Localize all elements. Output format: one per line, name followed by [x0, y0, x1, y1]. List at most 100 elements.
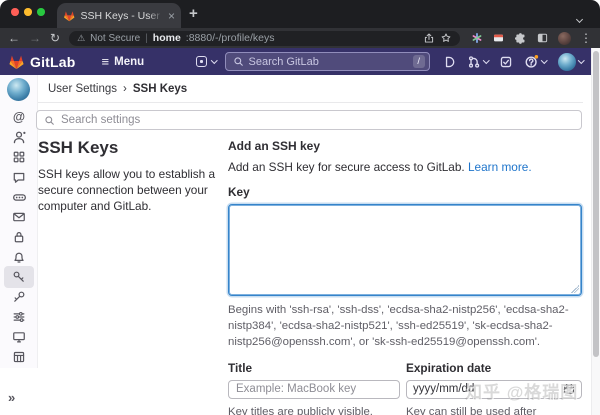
lock-icon: [14, 232, 24, 243]
form-intro: Add an SSH key for secure access to GitL…: [228, 160, 532, 174]
new-menu-button[interactable]: [196, 56, 218, 67]
hamburger-icon: ≡: [101, 54, 110, 69]
search-shortcut-key: /: [412, 54, 425, 69]
key-textarea-wrap: [228, 204, 582, 296]
sliders-icon: [13, 311, 25, 323]
chevron-down-icon: [211, 57, 218, 64]
not-secure-warning-icon: ⚠: [77, 32, 86, 43]
sidebar-item-authentication-log[interactable]: [4, 346, 34, 368]
tab-close-icon[interactable]: ×: [168, 10, 175, 22]
forward-icon[interactable]: →: [29, 32, 41, 44]
close-window-button[interactable]: [11, 8, 19, 16]
form-heading: Add an SSH key: [228, 139, 321, 153]
chat-bubble-icon: [13, 172, 25, 183]
sidebar-expand-icon[interactable]: »: [8, 390, 15, 405]
merge-request-icon: [468, 55, 479, 68]
section-description: SSH keys allow you to establish a secure…: [38, 167, 216, 213]
user-avatar: [557, 52, 576, 71]
minimize-window-button[interactable]: [24, 8, 32, 16]
address-bar[interactable]: ⚠ Not Secure | home :8880/-/profile/keys: [69, 30, 460, 46]
search-icon: [45, 115, 54, 125]
add-ssh-key-form: Add an SSH key Add an SSH key for secure…: [228, 139, 582, 415]
sidebar-item-profile[interactable]: @: [4, 106, 34, 128]
scrollbar-thumb[interactable]: [593, 51, 599, 357]
sidebar-item-preferences[interactable]: [4, 306, 34, 328]
menu-label: Menu: [114, 55, 145, 68]
key-icon: [14, 291, 25, 302]
issues-icon[interactable]: [442, 55, 456, 69]
grid-icon: [13, 151, 25, 163]
title-input[interactable]: [228, 379, 400, 399]
sidebar-item-access-tokens[interactable]: [4, 186, 34, 208]
title-help-text: Key titles are publicly visible.: [228, 405, 373, 415]
resize-grip-icon[interactable]: [571, 285, 579, 293]
sidebar-item-active-sessions[interactable]: [4, 326, 34, 348]
page-scrollbar[interactable]: [591, 48, 600, 415]
learn-more-link[interactable]: Learn more.: [468, 160, 532, 174]
navbar-icons: [442, 52, 584, 71]
sidebar-item-chat[interactable]: [4, 166, 34, 188]
user-icon: [13, 131, 25, 143]
bookmark-star-icon[interactable]: [440, 32, 452, 44]
new-tab-button[interactable]: +: [189, 5, 198, 22]
fullscreen-window-button[interactable]: [37, 8, 45, 16]
sidebar-item-emails[interactable]: [4, 206, 34, 228]
page-title: SSH Keys: [38, 138, 119, 157]
extension-card-icon[interactable]: [492, 32, 505, 44]
side-panel-icon[interactable]: [536, 32, 549, 44]
chevron-down-icon: [577, 57, 584, 64]
search-icon: [233, 57, 243, 66]
gitlab-search[interactable]: /: [224, 52, 430, 71]
chevron-down-icon: [482, 57, 489, 64]
sidebar-item-account[interactable]: [4, 126, 34, 148]
settings-search[interactable]: [36, 110, 582, 130]
gitlab-navbar: GitLab ≡ Menu /: [0, 48, 591, 75]
gitlab-brand[interactable]: GitLab: [30, 54, 76, 70]
browser-menu-icon[interactable]: ⋮: [580, 32, 592, 44]
merge-requests-button[interactable]: [467, 55, 489, 69]
browser-toolbar: ← → ↻ ⚠ Not Secure | home :8880/-/profil…: [0, 28, 600, 48]
mail-icon: [13, 212, 25, 222]
help-button[interactable]: [524, 54, 548, 69]
extension-asterisk-icon[interactable]: [471, 32, 483, 44]
url-path: :8880/-/profile/keys: [185, 32, 275, 44]
browser-window: SSH Keys - User Settings - GitLab × + ← …: [0, 0, 600, 415]
sidebar-item-password[interactable]: [4, 226, 34, 248]
title-label: Title: [228, 360, 253, 375]
settings-search-input[interactable]: [61, 114, 574, 126]
url-separator: |: [145, 32, 148, 44]
sidebar-item-notifications[interactable]: [4, 246, 34, 268]
sidebar-item-ssh-keys[interactable]: [4, 266, 34, 288]
settings-icon-rail: @: [0, 75, 38, 368]
reload-icon[interactable]: ↻: [50, 32, 60, 44]
tab-search-chevron-icon[interactable]: [575, 9, 584, 27]
security-label[interactable]: Not Secure: [90, 33, 140, 44]
expiration-label: Expiration date: [406, 360, 492, 375]
chevron-down-icon: [541, 57, 548, 64]
browser-tab[interactable]: SSH Keys - User Settings - GitLab ×: [57, 3, 181, 28]
expiration-help-text: Key can still be used after expiration.: [406, 405, 537, 415]
extensions-puzzle-icon[interactable]: [514, 32, 527, 45]
at-icon: @: [12, 110, 26, 124]
gitlab-search-input[interactable]: [248, 55, 408, 68]
profile-avatar[interactable]: [7, 78, 30, 101]
share-icon[interactable]: [423, 32, 435, 44]
back-icon[interactable]: ←: [8, 32, 20, 44]
section-intro: SSH Keys SSH keys allow you to establish…: [38, 138, 218, 215]
user-menu-button[interactable]: [557, 52, 584, 71]
gitlab-logo[interactable]: [8, 54, 25, 70]
sidebar-item-applications[interactable]: [4, 146, 34, 168]
breadcrumb-parent[interactable]: User Settings: [48, 83, 117, 95]
extensions-row: ⋮: [471, 31, 592, 45]
key-textarea[interactable]: [229, 205, 581, 295]
sidebar-item-gpg-keys[interactable]: [4, 286, 34, 308]
browser-profile-avatar[interactable]: [558, 31, 571, 45]
breadcrumb: User Settings › SSH Keys: [48, 83, 187, 95]
todos-icon[interactable]: [499, 55, 513, 69]
token-pill-icon: [12, 193, 26, 201]
menu-button[interactable]: ≡ Menu: [102, 55, 145, 68]
page-content: @ » User Settings › SSH Keys Search sett…: [0, 75, 591, 415]
key-label: Key: [228, 185, 250, 199]
url-host: home: [152, 32, 181, 44]
bell-icon: [14, 252, 24, 263]
